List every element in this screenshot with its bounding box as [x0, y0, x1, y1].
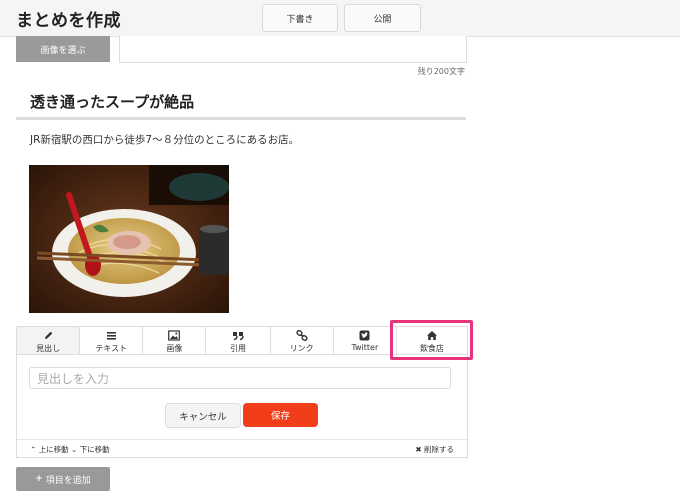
save-button[interactable]: 保存	[243, 403, 318, 427]
tab-image[interactable]: 画像	[143, 327, 207, 354]
move-down-link[interactable]: ⌄ 下に移動	[71, 444, 110, 455]
tab-twitter[interactable]: Twitter	[334, 327, 397, 354]
restaurant-tab-highlight	[390, 320, 473, 360]
image-icon	[143, 330, 205, 341]
editor-footer: ⌃ 上に移動 ⌄ 下に移動 ✖ 削除する	[17, 439, 467, 458]
pencil-icon	[17, 330, 79, 341]
plus-icon: +	[35, 474, 43, 484]
tab-link[interactable]: リンク	[271, 327, 334, 354]
draft-button[interactable]: 下書き	[262, 4, 338, 32]
item-heading: 透き通ったスープが絶品	[30, 93, 195, 111]
twitter-icon	[334, 330, 396, 341]
top-bar: まとめを作成 下書き 公開	[0, 0, 680, 37]
cancel-button[interactable]: キャンセル	[165, 403, 241, 428]
choose-image-button[interactable]: 画像を選ぶ	[16, 36, 110, 62]
delete-link[interactable]: ✖ 削除する	[415, 444, 454, 455]
close-icon: ✖	[415, 445, 422, 454]
char-remaining: 残り200文字	[417, 67, 465, 76]
link-icon	[271, 330, 333, 341]
chevron-down-icon: ⌄	[71, 445, 78, 454]
add-item-button[interactable]: + 項目を追加	[16, 467, 110, 491]
quote-icon	[206, 330, 269, 341]
tab-quote[interactable]: 引用	[206, 327, 271, 354]
ramen-photo	[29, 165, 229, 313]
publish-button[interactable]: 公開	[344, 4, 421, 32]
tab-text[interactable]: テキスト	[80, 327, 144, 354]
description-textarea[interactable]	[119, 36, 467, 63]
move-up-link[interactable]: ⌃ 上に移動	[30, 444, 69, 455]
heading-input[interactable]: 見出しを入力	[29, 367, 451, 389]
page-title: まとめを作成	[16, 11, 121, 31]
heading-divider	[16, 117, 466, 120]
chevron-up-icon: ⌃	[30, 445, 37, 454]
tab-heading[interactable]: 見出し	[17, 327, 81, 354]
item-text: JR新宿駅の西口から徒歩7〜８分位のところにあるお店。	[30, 134, 300, 146]
list-icon	[80, 330, 142, 341]
